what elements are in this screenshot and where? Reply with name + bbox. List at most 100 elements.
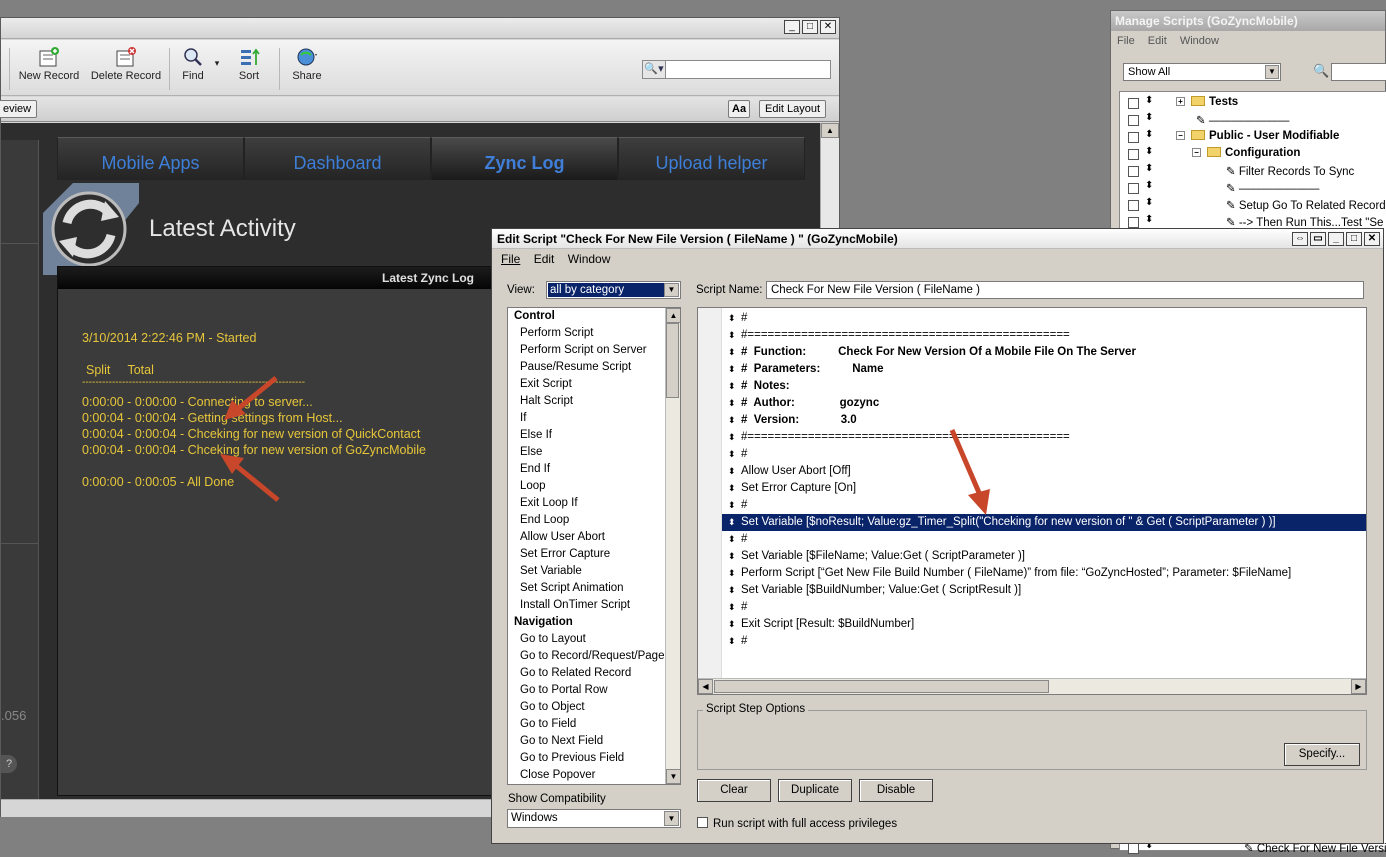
step-item[interactable]: Exit Loop If bbox=[508, 495, 680, 512]
step-category[interactable]: Control bbox=[508, 308, 680, 325]
step-item[interactable]: Go to Record/Request/Page bbox=[508, 648, 680, 665]
text-format-button[interactable]: Aa bbox=[728, 100, 751, 118]
step-list-scrollbar[interactable]: ▲ ▼ bbox=[665, 308, 680, 784]
include-checkbox[interactable] bbox=[1128, 132, 1139, 143]
tab-zync-log[interactable]: Zync Log bbox=[431, 137, 618, 180]
move-handle-icon[interactable]: ⬍ bbox=[1145, 146, 1153, 157]
include-checkbox[interactable] bbox=[1128, 200, 1139, 211]
include-checkbox[interactable] bbox=[1128, 149, 1139, 160]
close-button[interactable]: ✕ bbox=[820, 20, 836, 34]
collapse-icon[interactable]: − bbox=[1192, 148, 1201, 157]
menu-edit[interactable]: Edit bbox=[534, 252, 555, 266]
script-line[interactable]: ⬍ # bbox=[722, 599, 1366, 616]
move-handle-icon[interactable]: ⬍ bbox=[728, 412, 736, 429]
chevron-down-icon[interactable]: ▼ bbox=[664, 283, 679, 297]
move-handle-icon[interactable]: ⬍ bbox=[728, 361, 736, 378]
move-handle-icon[interactable]: ⬍ bbox=[1145, 197, 1153, 208]
window-expand-button[interactable]: ▭ bbox=[1310, 232, 1326, 246]
script-line[interactable]: ⬍ #======================================… bbox=[722, 327, 1366, 344]
script-line[interactable]: ⬍ # Version: 3.0 bbox=[722, 412, 1366, 429]
include-checkbox[interactable] bbox=[1128, 183, 1139, 194]
include-checkbox[interactable] bbox=[1128, 217, 1139, 228]
menu-window[interactable]: Window bbox=[568, 252, 611, 266]
step-item[interactable]: Go to Portal Row bbox=[508, 682, 680, 699]
script-folder-public[interactable]: ⬍ − Public - User Modifiable bbox=[1120, 129, 1386, 146]
scroll-thumb[interactable] bbox=[714, 680, 1049, 693]
move-handle-icon[interactable]: ⬍ bbox=[1145, 129, 1153, 140]
move-handle-icon[interactable]: ⬍ bbox=[728, 446, 736, 463]
move-handle-icon[interactable]: ⬍ bbox=[728, 531, 736, 548]
move-handle-icon[interactable]: ⬍ bbox=[728, 480, 736, 497]
tab-dashboard[interactable]: Dashboard bbox=[244, 137, 431, 180]
new-record-button[interactable]: New Record bbox=[17, 46, 81, 82]
include-checkbox[interactable] bbox=[1128, 98, 1139, 109]
move-handle-icon[interactable]: ⬍ bbox=[1145, 163, 1153, 174]
script-line[interactable]: ⬍ Set Error Capture [On] bbox=[722, 480, 1366, 497]
move-handle-icon[interactable]: ⬍ bbox=[728, 514, 736, 531]
share-button[interactable]: Share bbox=[289, 46, 325, 82]
delete-record-button[interactable]: Delete Record bbox=[89, 46, 163, 82]
full-access-checkbox[interactable]: Run script with full access privileges bbox=[697, 817, 897, 830]
scroll-down-arrow-icon[interactable]: ▼ bbox=[666, 769, 680, 784]
find-dropdown-icon[interactable]: ▾ bbox=[211, 58, 223, 69]
tab-mobile-apps[interactable]: Mobile Apps bbox=[57, 137, 244, 180]
step-item[interactable]: Go to Field bbox=[508, 716, 680, 733]
script-line[interactable]: ⬍ # bbox=[722, 531, 1366, 548]
chevron-down-icon[interactable]: ▼ bbox=[1265, 65, 1279, 79]
scroll-up-arrow-icon[interactable]: ▲ bbox=[821, 123, 839, 138]
move-handle-icon[interactable]: ⬍ bbox=[728, 497, 736, 514]
menu-file[interactable]: File bbox=[501, 252, 520, 266]
move-handle-icon[interactable]: ⬍ bbox=[1145, 214, 1153, 225]
find-button[interactable]: Find bbox=[175, 46, 211, 82]
scroll-left-arrow-icon[interactable]: ◀ bbox=[698, 679, 713, 694]
minimize-button[interactable]: _ bbox=[1328, 232, 1344, 246]
script-folder-tests[interactable]: ⬍ + Tests bbox=[1120, 95, 1386, 112]
move-handle-icon[interactable]: ⬍ bbox=[1145, 112, 1153, 123]
move-handle-icon[interactable]: ⬍ bbox=[728, 616, 736, 633]
collapse-icon[interactable]: − bbox=[1176, 131, 1185, 140]
disable-button[interactable]: Disable bbox=[859, 779, 933, 802]
script-line[interactable]: ⬍ # bbox=[722, 497, 1366, 514]
step-item[interactable]: Set Script Animation bbox=[508, 580, 680, 597]
include-checkbox[interactable] bbox=[1128, 115, 1139, 126]
step-item[interactable]: End Loop bbox=[508, 512, 680, 529]
menu-window[interactable]: Window bbox=[1180, 35, 1219, 47]
step-item[interactable]: Go to Layout bbox=[508, 631, 680, 648]
scroll-up-arrow-icon[interactable]: ▲ bbox=[666, 308, 680, 323]
step-item[interactable]: Exit Script bbox=[508, 376, 680, 393]
maximize-button[interactable]: □ bbox=[1346, 232, 1362, 246]
scroll-right-arrow-icon[interactable]: ▶ bbox=[1351, 679, 1366, 694]
script-line[interactable]: ⬍ # bbox=[722, 310, 1366, 327]
specify-button[interactable]: Specify... bbox=[1284, 743, 1360, 766]
sort-button[interactable]: Sort bbox=[233, 46, 265, 82]
move-handle-icon[interactable]: ⬍ bbox=[1145, 95, 1153, 106]
quick-find-input[interactable]: 🔍▾ bbox=[642, 60, 831, 79]
move-handle-icon[interactable]: ⬍ bbox=[728, 429, 736, 446]
checkbox[interactable] bbox=[697, 817, 708, 828]
close-button[interactable]: ✕ bbox=[1364, 232, 1380, 246]
duplicate-button[interactable]: Duplicate bbox=[778, 779, 852, 802]
move-handle-icon[interactable]: ⬍ bbox=[728, 378, 736, 395]
script-line[interactable]: ⬍ # bbox=[722, 446, 1366, 463]
script-row-divider[interactable]: ⬍ ✎ ——————— bbox=[1120, 180, 1386, 197]
script-line[interactable]: ⬍ Exit Script [Result: $BuildNumber] bbox=[722, 616, 1366, 633]
move-handle-icon[interactable]: ⬍ bbox=[1145, 180, 1153, 191]
show-filter-select[interactable]: Show All ▼ bbox=[1123, 63, 1281, 81]
step-item[interactable]: Set Error Capture bbox=[508, 546, 680, 563]
step-item[interactable]: Else bbox=[508, 444, 680, 461]
step-item[interactable]: Else If bbox=[508, 427, 680, 444]
step-item[interactable]: Perform Script bbox=[508, 325, 680, 342]
move-handle-icon[interactable]: ⬍ bbox=[728, 310, 736, 327]
script-line[interactable]: ⬍ #======================================… bbox=[722, 429, 1366, 446]
move-handle-icon[interactable]: ⬍ bbox=[728, 565, 736, 582]
script-row[interactable]: ⬍ ✎ Setup Go To Related Records bbox=[1120, 197, 1386, 214]
move-handle-icon[interactable]: ⬍ bbox=[728, 395, 736, 412]
step-item[interactable]: If bbox=[508, 410, 680, 427]
step-item[interactable]: Go to Related Record bbox=[508, 665, 680, 682]
step-item[interactable]: Set Variable bbox=[508, 563, 680, 580]
chevron-down-icon[interactable]: ▼ bbox=[664, 811, 679, 826]
step-category[interactable]: Navigation bbox=[508, 614, 680, 631]
window-shrink-button[interactable]: ⇔ bbox=[1292, 232, 1308, 246]
script-line[interactable]: ⬍ # Parameters: Name bbox=[722, 361, 1366, 378]
script-line[interactable]: ⬍ Set Variable [$FileName; Value:Get ( Sc… bbox=[722, 548, 1366, 565]
